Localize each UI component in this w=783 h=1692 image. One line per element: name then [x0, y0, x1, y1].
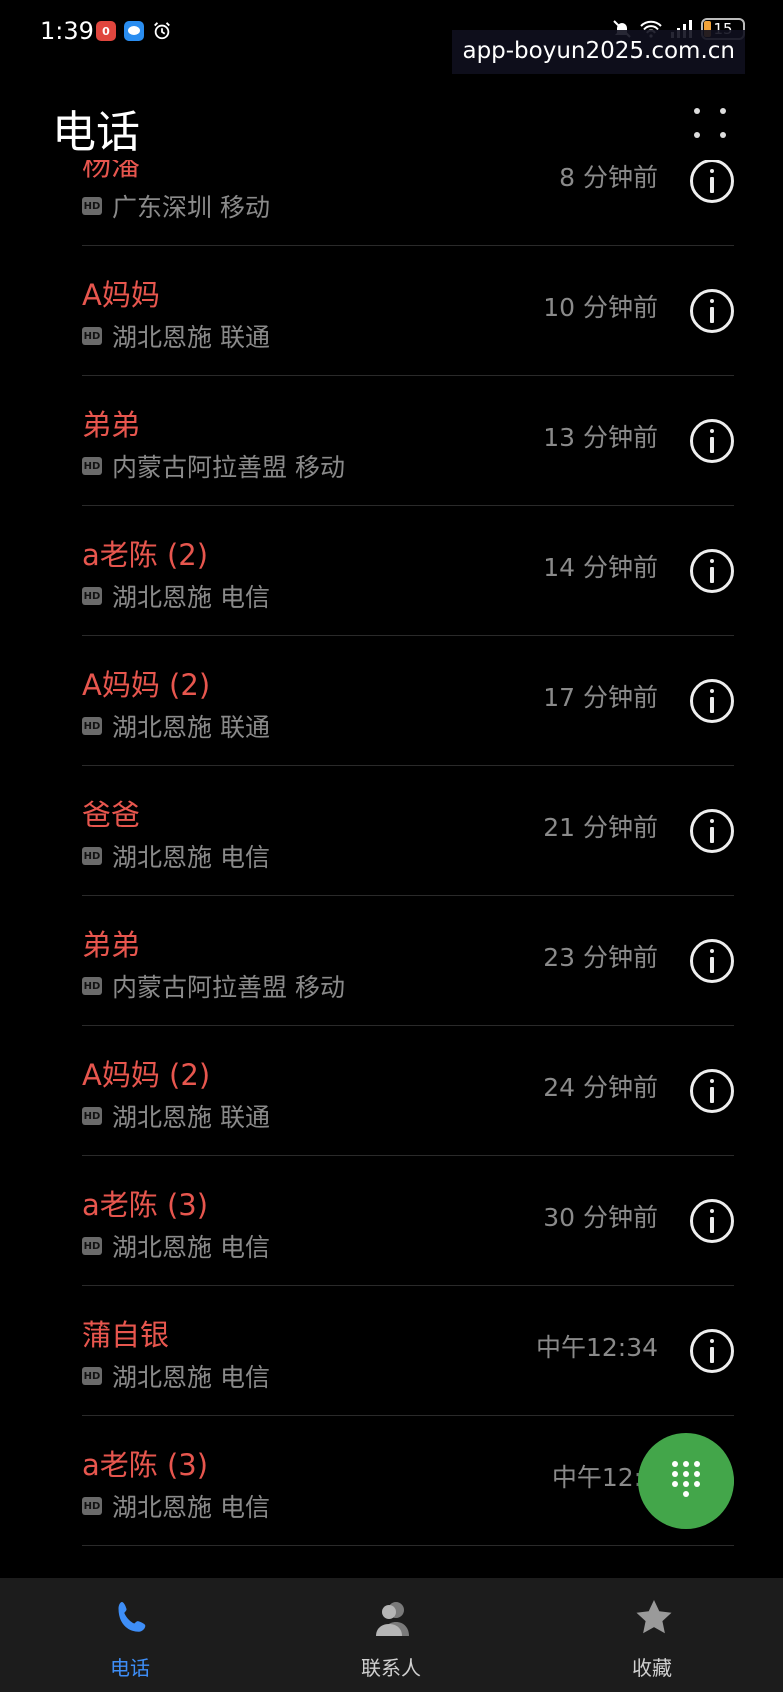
call-time: 23 分钟前 — [543, 943, 658, 972]
call-row[interactable]: 爸爸 HD 湖北恩施 电信 21 分钟前 — [82, 766, 734, 896]
call-meta: HD 内蒙古阿拉善盟 移动 — [82, 448, 345, 484]
call-meta: HD 湖北恩施 联通 — [82, 708, 270, 744]
call-location: 湖北恩施 联通 — [112, 323, 270, 352]
info-icon[interactable] — [690, 419, 734, 463]
call-name: 弟弟 — [82, 408, 141, 442]
call-row[interactable]: A妈妈 (2) HD 湖北恩施 联通 17 分钟前 — [82, 636, 734, 766]
status-left-icons: 0 — [96, 21, 172, 41]
phone-icon — [118, 1602, 146, 1632]
call-time: 30 分钟前 — [543, 1203, 658, 1232]
call-row[interactable]: 弟弟 HD 内蒙古阿拉善盟 移动 23 分钟前 — [82, 896, 734, 1026]
call-location: 湖北恩施 联通 — [112, 713, 270, 742]
page-title: 电话 — [52, 107, 140, 158]
badge-count: 0 — [102, 24, 110, 38]
call-meta: HD 湖北恩施 联通 — [82, 318, 270, 354]
call-time: 8 分钟前 — [559, 163, 658, 192]
hd-icon: HD — [82, 1497, 102, 1515]
info-icon[interactable] — [690, 679, 734, 723]
tab-phone-label: 电话 — [110, 1656, 150, 1680]
call-meta: HD 湖北恩施 电信 — [82, 578, 270, 614]
hd-icon: HD — [82, 197, 102, 215]
tab-contacts[interactable]: 联系人 — [291, 1578, 491, 1692]
hd-icon: HD — [82, 1367, 102, 1385]
call-row[interactable]: A妈妈 HD 湖北恩施 联通 10 分钟前 — [82, 246, 734, 376]
call-name: 杨潘 — [82, 160, 141, 182]
call-location: 湖北恩施 电信 — [112, 843, 270, 872]
call-time: 10 分钟前 — [543, 293, 658, 322]
call-row[interactable]: 杨潘 HD 广东深圳 移动 8 分钟前 — [82, 160, 734, 246]
call-row[interactable]: a老陈 (3) HD 湖北恩施 电信 中午12:2 — [82, 1416, 734, 1546]
call-meta: HD 广东深圳 移动 — [82, 188, 270, 224]
call-location: 湖北恩施 电信 — [112, 1493, 270, 1522]
call-row[interactable]: a老陈 (2) HD 湖北恩施 电信 14 分钟前 — [82, 506, 734, 636]
call-location: 内蒙古阿拉善盟 移动 — [112, 453, 345, 482]
call-name: a老陈 (2) — [82, 538, 209, 572]
call-meta: HD 湖北恩施 电信 — [82, 1488, 270, 1524]
call-row[interactable]: 蒲自银 HD 湖北恩施 电信 中午12:34 — [82, 1286, 734, 1416]
call-name: 弟弟 — [82, 928, 141, 962]
call-row[interactable]: a老陈 (3) HD 湖北恩施 电信 30 分钟前 — [82, 1156, 734, 1286]
call-time: 24 分钟前 — [543, 1073, 658, 1102]
call-time: 14 分钟前 — [543, 553, 658, 582]
status-time: 1:39 — [40, 17, 94, 45]
dialpad-button[interactable] — [638, 1433, 734, 1529]
hd-icon: HD — [82, 327, 102, 345]
dialpad-icon — [638, 1433, 734, 1529]
info-icon[interactable] — [690, 809, 734, 853]
bottom-nav: 电话 联系人 收藏 — [0, 1578, 783, 1692]
call-meta: HD 湖北恩施 电信 — [82, 1358, 270, 1394]
hd-icon: HD — [82, 1237, 102, 1255]
call-name: A妈妈 — [82, 278, 160, 312]
call-time: 13 分钟前 — [543, 423, 658, 452]
tab-favorites[interactable]: 收藏 — [552, 1578, 752, 1692]
more-dots-icon[interactable] — [690, 104, 730, 144]
info-icon[interactable] — [690, 289, 734, 333]
tab-favorites-label: 收藏 — [632, 1656, 672, 1680]
call-meta: HD 湖北恩施 电信 — [82, 1228, 270, 1264]
call-log-list[interactable]: 杨潘 HD 广东深圳 移动 8 分钟前 A妈妈 HD 湖北恩施 联通 10 分钟前弟弟 HD 内蒙… — [0, 160, 783, 1578]
watermark-text: app-boyun2025.com.cn — [452, 30, 745, 74]
call-time: 17 分钟前 — [543, 683, 658, 712]
tab-phone[interactable]: 电话 — [30, 1578, 230, 1692]
call-location: 湖北恩施 联通 — [112, 1103, 270, 1132]
call-meta: HD 湖北恩施 电信 — [82, 838, 270, 874]
info-icon[interactable] — [690, 1199, 734, 1243]
call-time: 21 分钟前 — [543, 813, 658, 842]
info-icon[interactable] — [690, 549, 734, 593]
info-icon[interactable] — [690, 160, 734, 203]
notification-red-icon: 0 — [96, 21, 116, 41]
hd-icon: HD — [82, 977, 102, 995]
star-icon — [636, 1600, 672, 1634]
chat-app-icon — [124, 21, 144, 41]
call-meta: HD 内蒙古阿拉善盟 移动 — [82, 968, 345, 1004]
hd-icon: HD — [82, 847, 102, 865]
call-time: 中午12:34 — [535, 1333, 658, 1362]
call-meta: HD 湖北恩施 联通 — [82, 1098, 270, 1134]
call-name: 爸爸 — [82, 798, 141, 832]
alarm-icon — [152, 21, 172, 41]
call-location: 湖北恩施 电信 — [112, 583, 270, 612]
contacts-icon — [376, 1602, 409, 1636]
hd-icon: HD — [82, 587, 102, 605]
call-location: 广东深圳 移动 — [112, 193, 270, 222]
call-location: 湖北恩施 电信 — [112, 1233, 270, 1262]
call-location: 湖北恩施 电信 — [112, 1363, 270, 1392]
call-name: A妈妈 (2) — [82, 1058, 211, 1092]
call-name: A妈妈 (2) — [82, 668, 211, 702]
hd-icon: HD — [82, 717, 102, 735]
call-name: 蒲自银 — [82, 1318, 170, 1352]
call-location: 内蒙古阿拉善盟 移动 — [112, 973, 345, 1002]
info-icon[interactable] — [690, 1329, 734, 1373]
call-name: a老陈 (3) — [82, 1188, 209, 1222]
call-row[interactable]: 弟弟 HD 内蒙古阿拉善盟 移动 13 分钟前 — [82, 376, 734, 506]
info-icon[interactable] — [690, 939, 734, 983]
hd-icon: HD — [82, 1107, 102, 1125]
call-row[interactable]: A妈妈 (2) HD 湖北恩施 联通 24 分钟前 — [82, 1026, 734, 1156]
hd-icon: HD — [82, 457, 102, 475]
tab-contacts-label: 联系人 — [361, 1656, 421, 1680]
info-icon[interactable] — [690, 1069, 734, 1113]
call-name: a老陈 (3) — [82, 1448, 209, 1482]
